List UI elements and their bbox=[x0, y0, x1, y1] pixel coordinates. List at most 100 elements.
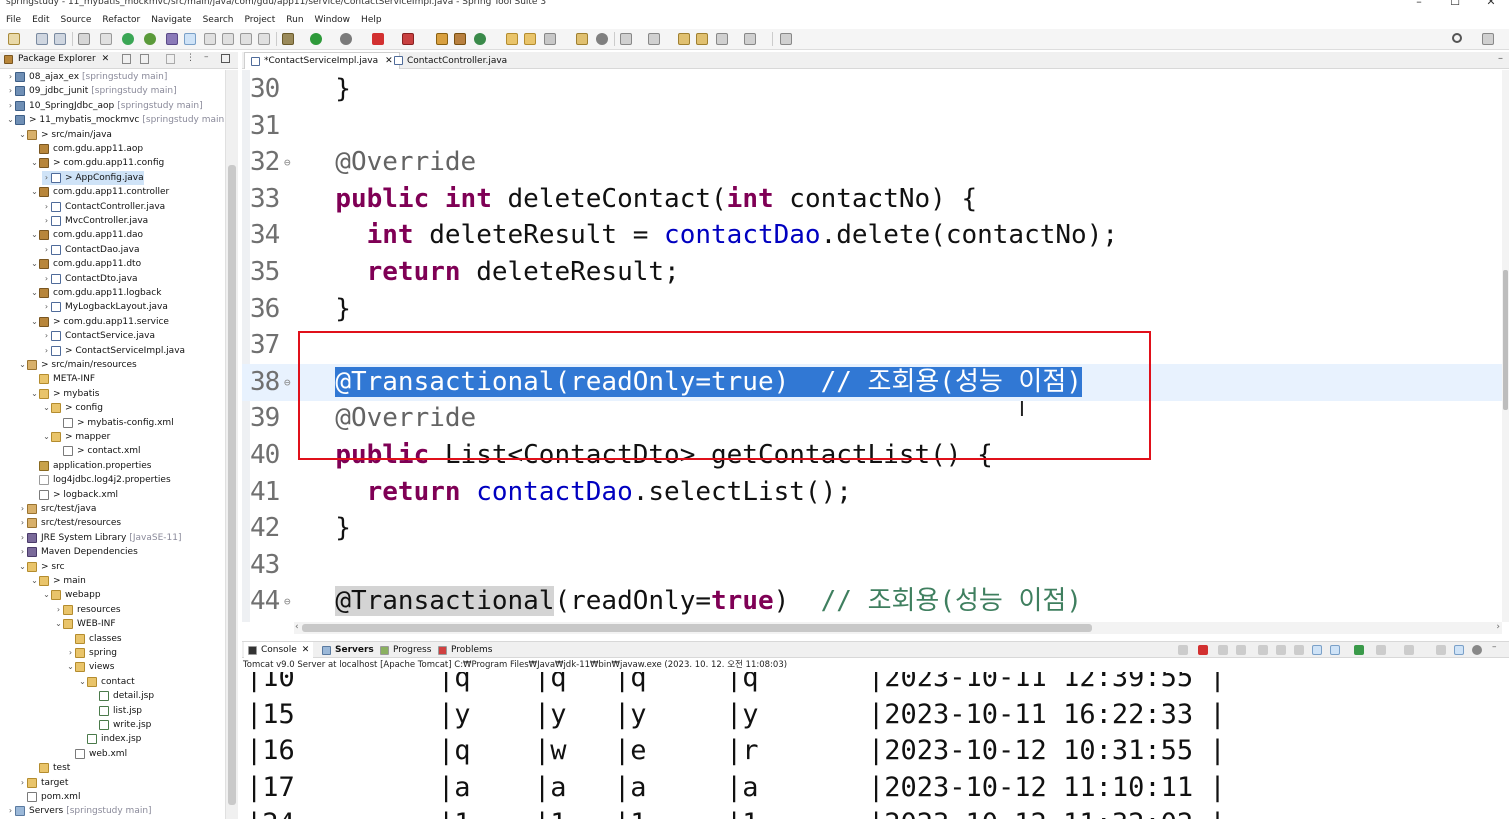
minimize-button[interactable]: – bbox=[1401, 0, 1437, 7]
chevron-down-icon[interactable]: ⌄ bbox=[42, 430, 51, 444]
tree-item[interactable]: › 09_jdbc_junit [springstudy main] bbox=[6, 84, 177, 98]
code-line[interactable]: 42 } bbox=[242, 510, 1502, 547]
tree-item[interactable]: › MvcController.java bbox=[42, 214, 148, 228]
chevron-right-icon[interactable]: › bbox=[42, 243, 51, 257]
tree-item[interactable]: list.jsp bbox=[90, 704, 142, 718]
tree-item[interactable]: log4jdbc.log4j2.properties bbox=[30, 473, 171, 487]
code-line[interactable]: 41 return contactDao.selectList(); bbox=[242, 474, 1502, 511]
tab-progress[interactable]: Progress bbox=[376, 642, 435, 658]
chevron-right-icon[interactable]: › bbox=[42, 344, 51, 358]
tree-item[interactable]: › ContactDao.java bbox=[42, 243, 140, 257]
terminal-icon[interactable] bbox=[78, 33, 90, 45]
chevron-down-icon[interactable]: ⌄ bbox=[18, 128, 27, 142]
link-editor-icon[interactable] bbox=[140, 54, 149, 64]
open-console-icon[interactable] bbox=[1404, 645, 1414, 655]
task-icon[interactable] bbox=[576, 33, 588, 45]
tree-item[interactable]: › > AppConfig.java bbox=[42, 170, 144, 185]
history-icon[interactable] bbox=[744, 33, 756, 45]
open-type-icon[interactable] bbox=[204, 33, 216, 45]
copy-icon[interactable] bbox=[1436, 645, 1446, 655]
chevron-right-icon[interactable]: › bbox=[6, 84, 15, 98]
chevron-down-icon[interactable]: ⌄ bbox=[78, 675, 87, 689]
menu-edit[interactable]: Edit bbox=[32, 15, 49, 25]
tree-item[interactable]: › ContactDto.java bbox=[42, 272, 138, 286]
tree-item[interactable]: > mybatis-config.xml bbox=[54, 416, 174, 430]
tab-servers[interactable]: Servers bbox=[318, 642, 378, 658]
scroll-lock-icon[interactable] bbox=[1276, 645, 1286, 655]
chevron-down-icon[interactable]: ⌄ bbox=[30, 315, 39, 329]
chevron-right-icon[interactable]: › bbox=[42, 300, 51, 314]
tree-item[interactable]: ⌄ contact bbox=[78, 675, 135, 689]
menu-window[interactable]: Window bbox=[315, 15, 351, 25]
tree-item[interactable]: ⌄ > mapper bbox=[42, 430, 110, 444]
tree-item[interactable]: ⌄ views bbox=[66, 660, 114, 674]
tree-item[interactable]: › Maven Dependencies bbox=[18, 545, 138, 559]
filter-icon[interactable] bbox=[166, 54, 175, 64]
display-console-icon[interactable] bbox=[1376, 645, 1386, 655]
next-annotation-icon[interactable] bbox=[620, 33, 632, 45]
tree-item[interactable]: index.jsp bbox=[78, 732, 141, 746]
chevron-right-icon[interactable]: › bbox=[42, 272, 51, 286]
tree-item[interactable]: ⌄ > com.gdu.app11.config bbox=[30, 156, 164, 170]
fold-toggle-icon[interactable]: ⊖ bbox=[284, 364, 291, 401]
minimize-view-icon[interactable]: – bbox=[1498, 53, 1503, 64]
menu-navigate[interactable]: Navigate bbox=[151, 15, 191, 25]
close-icon[interactable]: ✕ bbox=[302, 645, 310, 655]
chevron-right-icon[interactable]: › bbox=[18, 531, 27, 545]
chevron-right-icon[interactable]: › bbox=[42, 171, 51, 185]
tree-item[interactable]: › resources bbox=[54, 603, 121, 617]
menu-source[interactable]: Source bbox=[61, 15, 92, 25]
chevron-down-icon[interactable]: ⌄ bbox=[18, 358, 27, 372]
show-on-output-icon[interactable] bbox=[1312, 645, 1322, 655]
code-line[interactable]: 35 return deleteResult; bbox=[242, 254, 1502, 291]
link-icon[interactable] bbox=[1454, 645, 1464, 655]
tree-item[interactable]: ⌄ webapp bbox=[42, 588, 101, 602]
globe-icon[interactable] bbox=[596, 33, 608, 45]
view-menu-icon[interactable]: ⋮ bbox=[186, 53, 195, 63]
new-icon[interactable] bbox=[8, 33, 20, 45]
new-java-project-icon[interactable] bbox=[436, 33, 448, 45]
chevron-down-icon[interactable]: ⌄ bbox=[6, 113, 15, 127]
editor-vertical-scrollbar[interactable] bbox=[1502, 70, 1509, 622]
tree-item[interactable]: ⌄ > main bbox=[30, 574, 86, 588]
tree-item[interactable]: › JRE System Library [JavaSE-11] bbox=[18, 531, 182, 545]
tree-item[interactable]: › > ContactServiceImpl.java bbox=[42, 344, 185, 358]
run-icon[interactable] bbox=[310, 33, 322, 45]
chevron-right-icon[interactable]: › bbox=[42, 214, 51, 228]
menu-refactor[interactable]: Refactor bbox=[102, 15, 140, 25]
external-tools-icon[interactable] bbox=[340, 33, 352, 45]
tree-item[interactable]: ⌄ > 11_mybatis_mockmvc [springstudy main] bbox=[6, 113, 225, 127]
refresh-icon[interactable] bbox=[144, 33, 156, 45]
chevron-down-icon[interactable]: ⌄ bbox=[42, 588, 51, 602]
tree-item[interactable]: ⌄ com.gdu.app11.dao bbox=[30, 228, 143, 242]
chevron-down-icon[interactable]: ⌄ bbox=[30, 574, 39, 588]
stop-icon[interactable] bbox=[372, 33, 384, 45]
launch-icon[interactable] bbox=[402, 33, 414, 45]
maximize-view-icon[interactable] bbox=[221, 54, 230, 63]
tree-item[interactable]: › 08_ajax_ex [springstudy main] bbox=[6, 70, 167, 84]
tree-item[interactable]: ⌄ > src/main/resources bbox=[18, 358, 137, 372]
scroll-left-icon[interactable]: ‹ bbox=[295, 622, 299, 632]
tree-item[interactable]: › Servers [springstudy main] bbox=[6, 804, 152, 818]
chevron-down-icon[interactable]: ⌄ bbox=[30, 185, 39, 199]
chevron-right-icon[interactable]: › bbox=[6, 70, 15, 84]
scroll-right-icon[interactable]: › bbox=[1496, 622, 1500, 632]
new-class-icon[interactable] bbox=[474, 33, 486, 45]
tree-item[interactable]: › 10_SpringJdbc_aop [springstudy main] bbox=[6, 99, 203, 113]
tab-problems[interactable]: Problems bbox=[434, 642, 496, 658]
chevron-down-icon[interactable]: ⌄ bbox=[18, 560, 27, 574]
code-line[interactable]: 31 bbox=[242, 108, 1502, 145]
forward-icon[interactable] bbox=[716, 33, 728, 45]
code-editor[interactable]: 30 } 31 32 ⊖ @Override 33 public int deleteC… bbox=[242, 70, 1502, 622]
chevron-right-icon[interactable]: › bbox=[6, 99, 15, 113]
tree-item[interactable]: ⌄ > src/main/java bbox=[18, 128, 112, 142]
tree-item[interactable]: com.gdu.app11.aop bbox=[30, 142, 143, 156]
tree-item[interactable]: › src/test/java bbox=[18, 502, 96, 516]
package-explorer-tab[interactable]: Package Explorer ✕ bbox=[4, 54, 109, 64]
tree-item[interactable]: ⌄ WEB-INF bbox=[54, 617, 116, 631]
remove-all-icon[interactable] bbox=[1236, 645, 1246, 655]
editor-vscroll-thumb[interactable] bbox=[1503, 270, 1508, 410]
tab-contact-controller[interactable]: ContactController.java bbox=[388, 52, 513, 69]
chevron-down-icon[interactable]: ⌄ bbox=[30, 228, 39, 242]
back-icon[interactable] bbox=[696, 33, 708, 45]
